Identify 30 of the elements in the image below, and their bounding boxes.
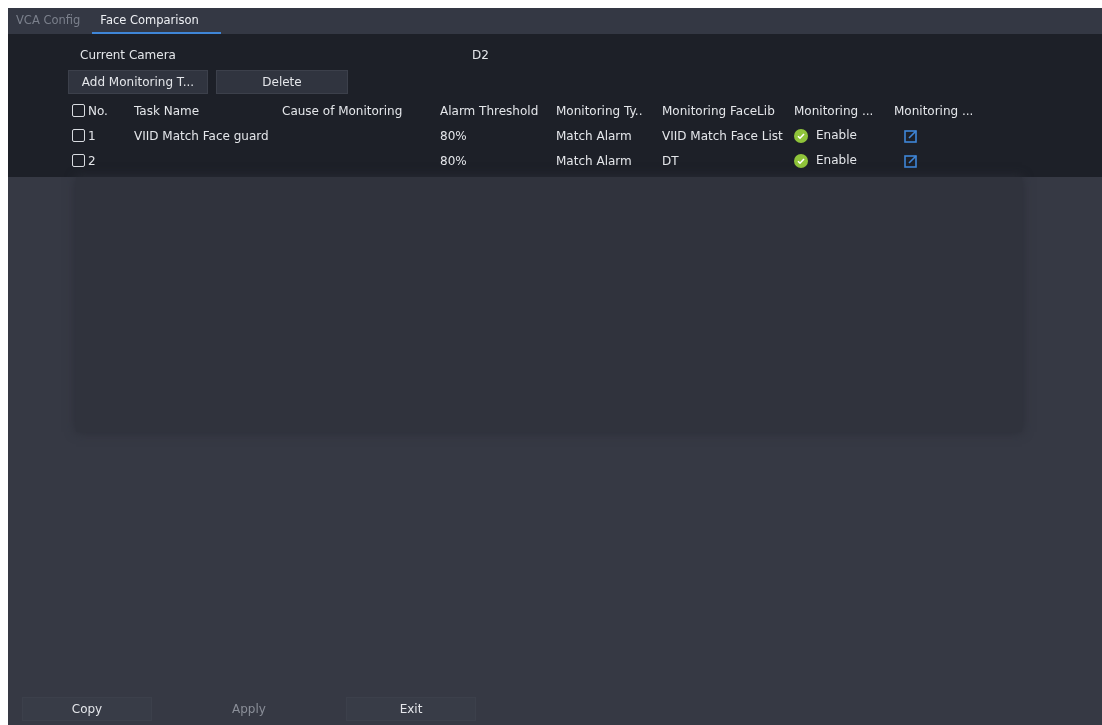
column-header: Monitoring ...: [894, 103, 974, 118]
field-label: Current Camera: [79, 48, 177, 62]
row-checkbox[interactable]: [72, 129, 85, 142]
column-header: Monitoring Ty..: [556, 103, 643, 118]
table-cell: Match Alarm: [556, 128, 632, 143]
column-header: No.: [88, 103, 108, 118]
table-cell: Enable: [816, 153, 857, 168]
select-all-checkbox[interactable]: [72, 104, 85, 117]
table-cell: 1: [88, 128, 96, 143]
table-cell: VIID Match Face guard: [134, 128, 269, 143]
column-header: Task Name: [134, 103, 200, 118]
table-cell: Enable: [816, 128, 857, 143]
exit-button[interactable]: Exit: [346, 697, 476, 721]
column-header: Monitoring ...: [794, 103, 874, 118]
column-header: Monitoring FaceLib: [662, 103, 775, 118]
table-cell: 2: [88, 153, 96, 168]
column-header: Alarm Threshold: [440, 103, 539, 118]
add-button[interactable]: Add Monitoring T...: [68, 70, 208, 94]
table-cell: 80%: [440, 153, 467, 168]
edit-icon[interactable]: [904, 128, 918, 143]
copy-button[interactable]: Copy: [22, 697, 152, 721]
row-checkbox[interactable]: [72, 154, 85, 167]
column-header: Cause of Monitoring: [282, 103, 403, 118]
table-cell: DT: [662, 153, 679, 168]
table-cell: VIID Match Face List: [662, 128, 783, 143]
field-value: D2: [472, 48, 489, 62]
edit-icon[interactable]: [904, 153, 918, 168]
delete-button[interactable]: Delete: [216, 70, 348, 94]
table-cell: 80%: [440, 128, 467, 143]
table-cell: Match Alarm: [556, 153, 632, 168]
